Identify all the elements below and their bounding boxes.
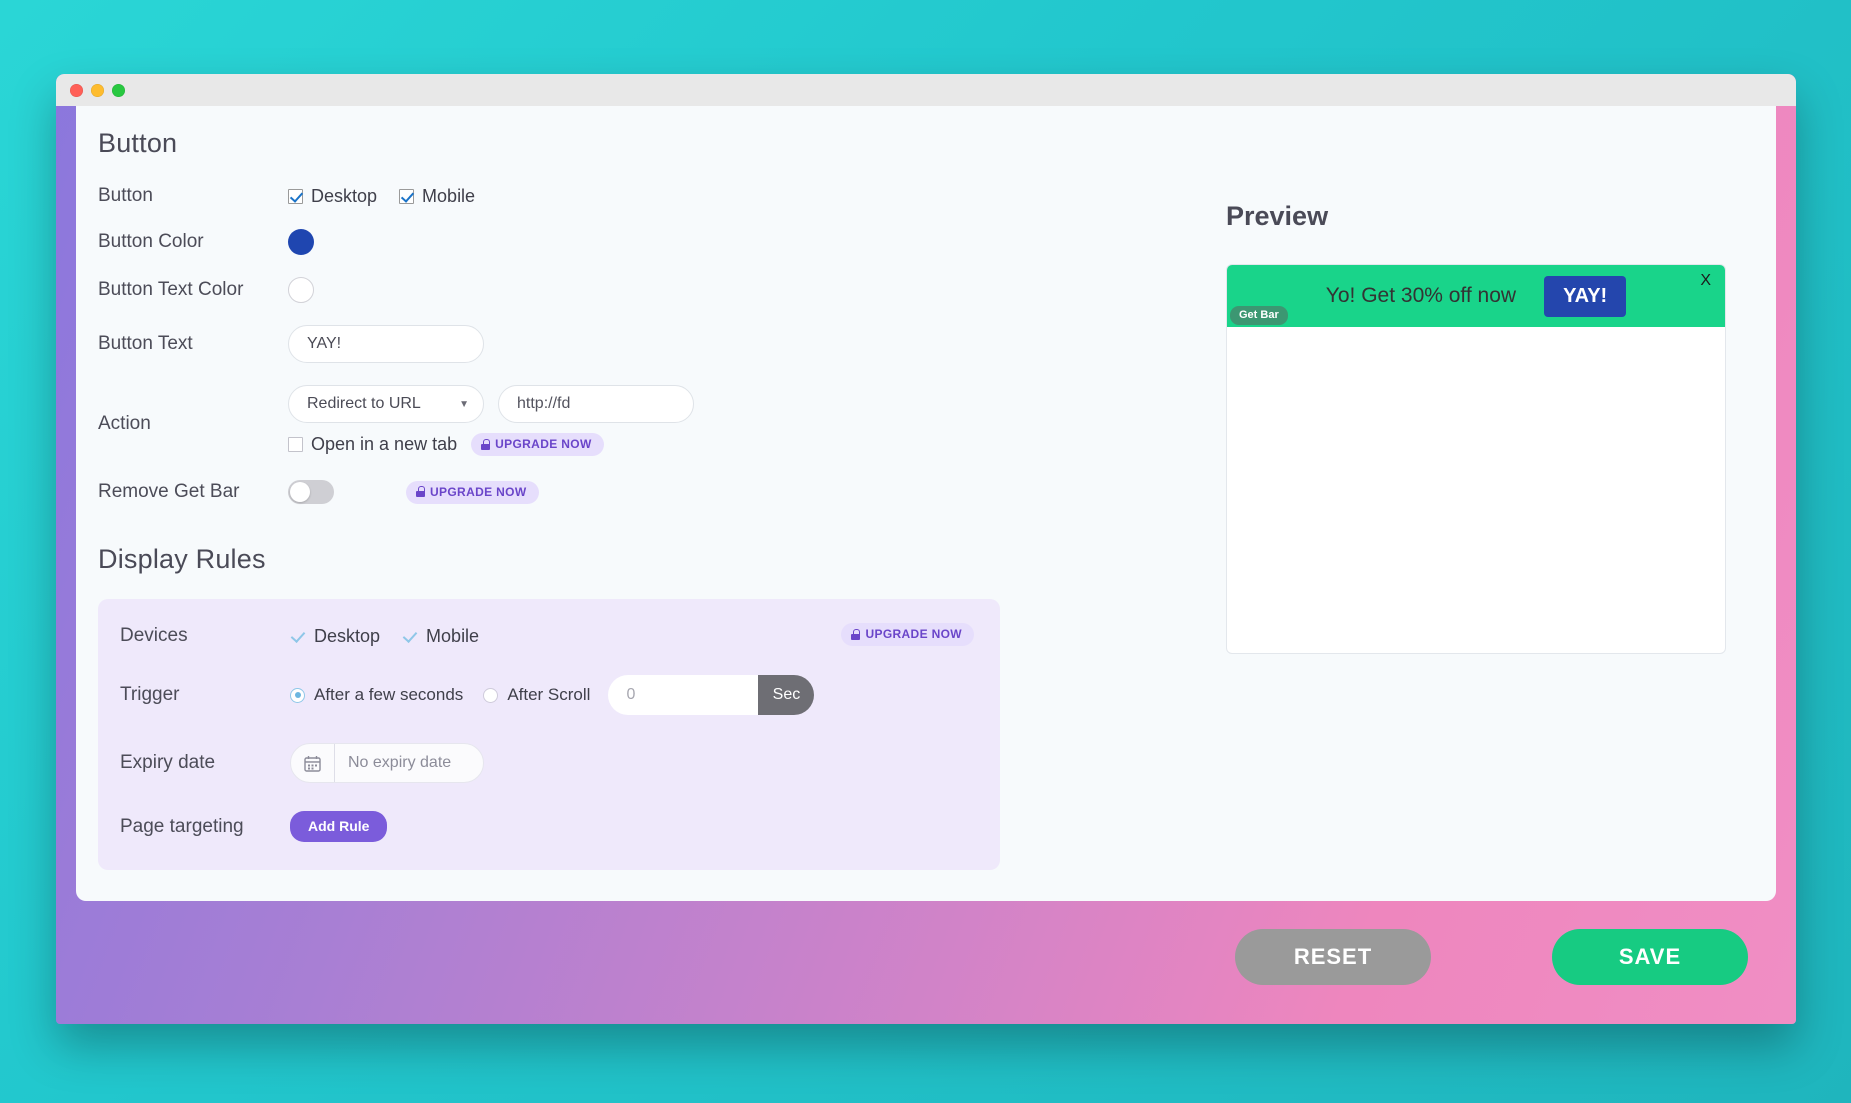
trigger-seconds-unit: Sec bbox=[758, 675, 815, 715]
upgrade-now-badge-remove-bar[interactable]: UPGRADE NOW bbox=[406, 480, 539, 504]
app-window: Button Button Desktop Mobile Button Colo… bbox=[56, 74, 1796, 1024]
expiry-date-placeholder: No expiry date bbox=[348, 754, 452, 771]
footer-actions: RESET SAVE bbox=[56, 901, 1796, 1024]
checkbox-rules-mobile[interactable]: Mobile bbox=[402, 626, 479, 647]
radio-after-scroll-dot[interactable] bbox=[483, 687, 499, 703]
checkbox-mobile-label: Mobile bbox=[422, 185, 476, 206]
upgrade-now-badge-devices[interactable]: UPGRADE NOW bbox=[841, 623, 974, 646]
get-bar-watermark: Get Bar bbox=[1230, 306, 1288, 325]
checkbox-rules-desktop-label: Desktop bbox=[314, 625, 381, 646]
label-action: Action bbox=[98, 413, 151, 434]
content-card: Button Button Desktop Mobile Button Colo… bbox=[76, 106, 1776, 901]
row-page-targeting: Page targeting Add Rule bbox=[120, 811, 974, 842]
row-button-text: Button Text YAY! bbox=[98, 325, 1098, 363]
checkbox-new-tab-label: Open in a new tab bbox=[311, 434, 458, 454]
label-devices: Devices bbox=[120, 625, 188, 646]
label-expiry-date: Expiry date bbox=[120, 752, 216, 773]
checkbox-open-new-tab[interactable]: Open in a new tab bbox=[288, 434, 457, 455]
preview-title: Preview bbox=[1226, 201, 1329, 231]
lock-icon bbox=[851, 628, 861, 640]
row-button-devices: Button Desktop Mobile bbox=[98, 185, 1098, 207]
save-button[interactable]: SAVE bbox=[1552, 929, 1748, 985]
trigger-seconds-value: 0 bbox=[626, 686, 636, 703]
settings-column: Button Button Desktop Mobile Button Colo… bbox=[98, 128, 1098, 870]
remove-get-bar-toggle[interactable] bbox=[288, 480, 334, 504]
upgrade-now-label: UPGRADE NOW bbox=[430, 484, 527, 499]
checkbox-button-mobile[interactable]: Mobile bbox=[399, 186, 475, 207]
row-button-color: Button Color bbox=[98, 229, 1098, 255]
display-rules-title: Display Rules bbox=[98, 544, 266, 574]
minimize-window-icon[interactable] bbox=[91, 83, 104, 97]
row-trigger: Trigger After a few seconds After Scroll bbox=[120, 675, 974, 715]
action-url-input[interactable]: http://fd bbox=[498, 385, 694, 423]
action-type-value: Redirect to URL bbox=[307, 395, 421, 412]
row-button-text-color: Button Text Color bbox=[98, 277, 1098, 303]
upgrade-now-label: UPGRADE NOW bbox=[495, 437, 592, 451]
preview-column: Preview Yo! Get 30% off now YAY! X Get B… bbox=[1226, 201, 1726, 654]
row-action: Action Redirect to URL ▼ http://fd Open … bbox=[98, 385, 1098, 456]
label-button-text: Button Text bbox=[98, 333, 193, 354]
button-text-color-swatch[interactable] bbox=[288, 277, 314, 303]
action-url-value: http://fd bbox=[517, 395, 571, 412]
checkbox-desktop-label: Desktop bbox=[311, 185, 378, 206]
action-type-select[interactable]: Redirect to URL ▼ bbox=[288, 385, 484, 423]
reset-button[interactable]: RESET bbox=[1235, 929, 1431, 985]
trigger-seconds-group: 0 Sec bbox=[608, 675, 815, 715]
close-window-icon[interactable] bbox=[70, 83, 83, 97]
row-remove-get-bar: Remove Get Bar UPGRADE NOW bbox=[98, 480, 1098, 504]
button-text-input[interactable]: YAY! bbox=[288, 325, 484, 363]
upgrade-now-badge-new-tab[interactable]: UPGRADE NOW bbox=[471, 433, 604, 456]
label-button-color: Button Color bbox=[98, 231, 204, 252]
checkbox-rules-desktop[interactable]: Desktop bbox=[290, 626, 380, 647]
radio-after-seconds-label: After a few seconds bbox=[314, 685, 464, 704]
radio-after-scroll-label: After Scroll bbox=[507, 685, 591, 704]
check-icon bbox=[402, 628, 418, 644]
radio-after-scroll[interactable]: After Scroll bbox=[483, 685, 590, 705]
checkbox-desktop-box[interactable] bbox=[288, 188, 303, 204]
preview-box: Yo! Get 30% off now YAY! X Get Bar bbox=[1226, 264, 1726, 654]
row-expiry-date: Expiry date No expiry date bbox=[120, 743, 974, 783]
chevron-down-icon: ▼ bbox=[459, 398, 469, 410]
add-rule-button[interactable]: Add Rule bbox=[290, 811, 388, 842]
label-page-targeting: Page targeting bbox=[120, 815, 244, 837]
check-icon bbox=[290, 628, 306, 644]
maximize-window-icon[interactable] bbox=[112, 83, 125, 97]
calendar-icon bbox=[291, 744, 335, 782]
upgrade-now-label: UPGRADE NOW bbox=[865, 627, 962, 641]
label-button: Button bbox=[98, 185, 153, 206]
label-button-text-color: Button Text Color bbox=[98, 279, 244, 300]
radio-after-seconds-dot[interactable] bbox=[290, 687, 305, 703]
checkbox-button-desktop[interactable]: Desktop bbox=[288, 186, 377, 207]
button-section-title: Button bbox=[98, 128, 178, 158]
checkbox-rules-mobile-label: Mobile bbox=[426, 625, 480, 646]
button-color-swatch[interactable] bbox=[288, 229, 314, 255]
label-trigger: Trigger bbox=[120, 684, 180, 705]
lock-icon bbox=[481, 438, 491, 450]
display-rules-panel: UPGRADE NOW Devices Desktop Mobile Trigg… bbox=[98, 599, 1000, 870]
close-icon[interactable]: X bbox=[1700, 272, 1711, 290]
trigger-seconds-input[interactable]: 0 bbox=[608, 675, 759, 715]
radio-after-seconds[interactable]: After a few seconds bbox=[290, 685, 463, 705]
checkbox-new-tab-box[interactable] bbox=[288, 437, 303, 452]
preview-bar: Yo! Get 30% off now YAY! X Get Bar bbox=[1227, 265, 1725, 327]
checkbox-mobile-box[interactable] bbox=[399, 188, 415, 204]
preview-bar-message: Yo! Get 30% off now bbox=[1325, 284, 1517, 307]
window-titlebar bbox=[56, 74, 1796, 106]
button-text-value: YAY! bbox=[307, 335, 342, 352]
expiry-date-field[interactable]: No expiry date bbox=[290, 743, 484, 783]
lock-icon bbox=[416, 486, 425, 497]
window-frame: Button Button Desktop Mobile Button Colo… bbox=[56, 106, 1796, 1024]
label-remove-get-bar: Remove Get Bar bbox=[98, 481, 240, 502]
preview-bar-cta-button[interactable]: YAY! bbox=[1544, 275, 1627, 317]
